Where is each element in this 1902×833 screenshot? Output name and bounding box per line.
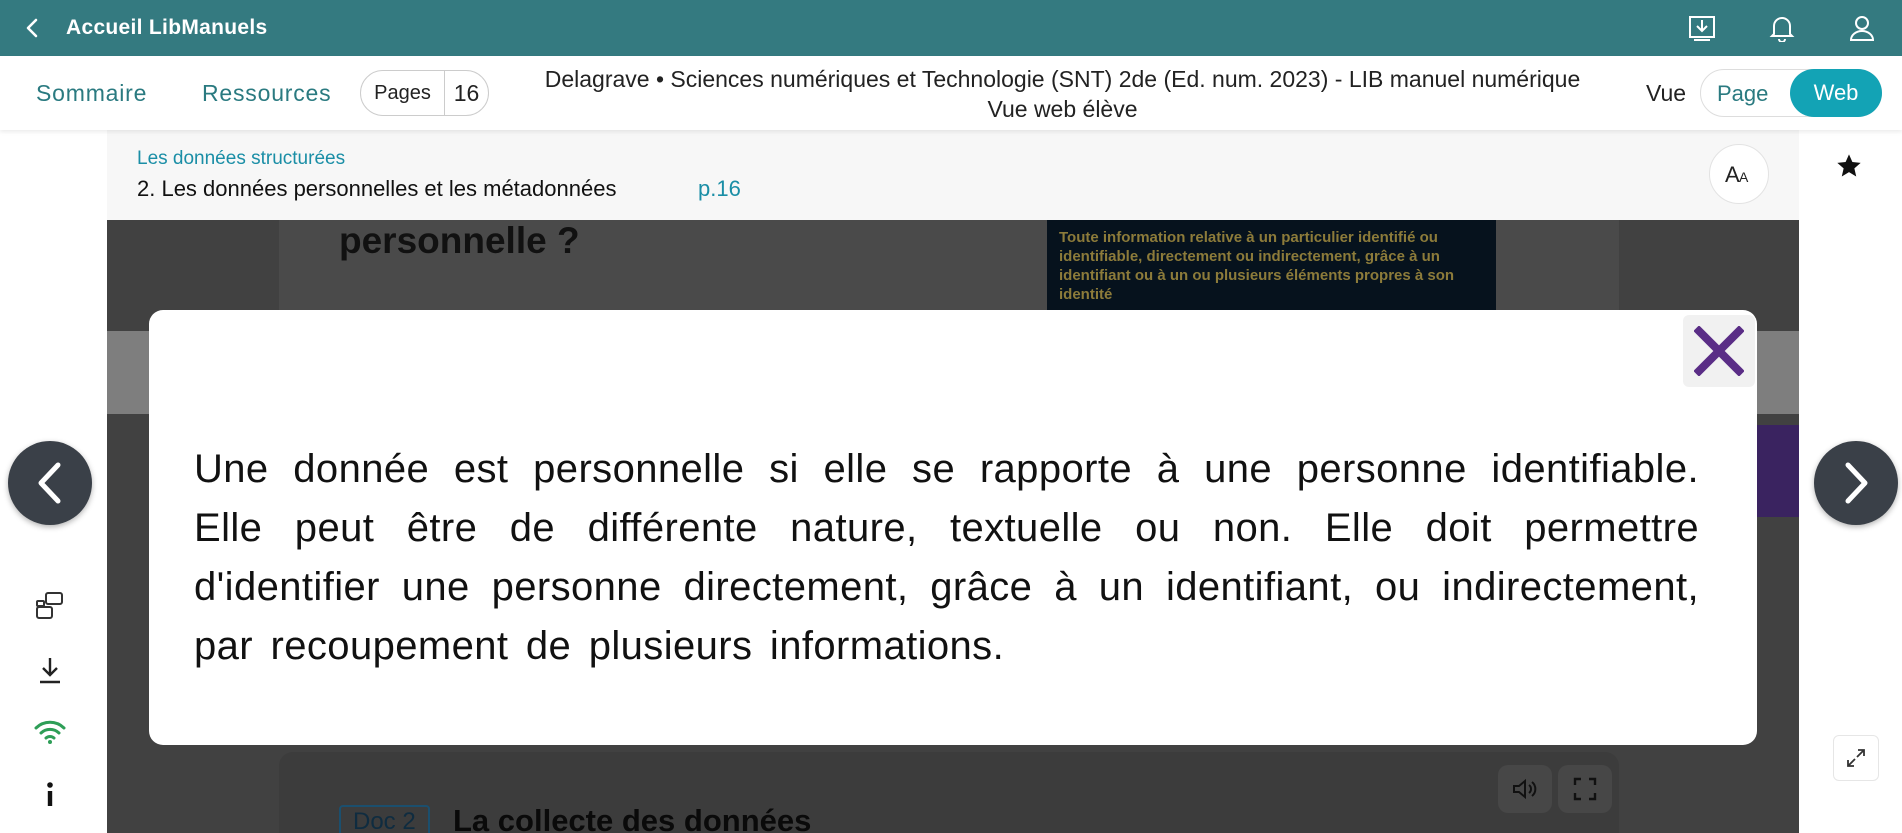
header-actions: [1662, 0, 1902, 56]
back-button[interactable]: [0, 0, 66, 56]
info-button[interactable]: [30, 774, 70, 814]
info-icon: [47, 782, 53, 806]
text-size-button[interactable]: A A: [1709, 144, 1769, 204]
chapter-header: Les données structurées 2. Les données p…: [107, 130, 1799, 220]
svg-text:A: A: [1739, 169, 1749, 185]
speaker-icon: [1513, 778, 1537, 800]
windows-icon: [36, 592, 63, 619]
previous-page-button[interactable]: [8, 441, 92, 525]
definition-modal: Une donnée est personnelle si elle se ra…: [149, 310, 1757, 745]
app-header: Accueil LibManuels: [0, 0, 1902, 56]
book-title-line2: Vue web élève: [987, 96, 1138, 122]
page-number-input[interactable]: 16: [445, 80, 488, 107]
modal-text: Une donnée est personnelle si elle se ra…: [194, 447, 1699, 668]
user-icon: [1849, 16, 1875, 41]
close-icon: [1694, 326, 1744, 376]
pages-label: Pages: [361, 71, 445, 115]
fullscreen-icon: [1573, 777, 1597, 801]
download-box-icon: [1689, 16, 1715, 41]
connection-status-button[interactable]: [30, 712, 70, 752]
profile-button[interactable]: [1822, 0, 1902, 56]
chapter-title: 2. Les données personnelles et les métad…: [137, 176, 617, 201]
wifi-icon: [34, 720, 66, 744]
ressources-link[interactable]: Ressources: [202, 80, 331, 107]
view-toggle: Page Web: [1700, 69, 1882, 117]
view-page-option[interactable]: Page: [1717, 81, 1768, 107]
multi-window-button[interactable]: [30, 586, 70, 626]
audio-button[interactable]: [1498, 765, 1552, 813]
next-page-button[interactable]: [1814, 441, 1898, 525]
expand-button[interactable]: [1833, 735, 1879, 781]
favorite-button[interactable]: [1835, 152, 1863, 185]
chevron-left-icon: [38, 462, 61, 504]
svg-text:A: A: [1725, 162, 1740, 186]
book-nav: Sommaire Ressources Pages 16 Delagrave •…: [0, 56, 1902, 130]
chevron-right-icon: [1845, 462, 1868, 504]
doc-title: La collecte des données: [453, 803, 812, 833]
chapter-page-link[interactable]: p.16: [698, 176, 741, 202]
view-label: Vue: [1646, 80, 1687, 106]
notifications-button[interactable]: [1742, 0, 1822, 56]
book-title-line1: Delagrave • Sciences numériques et Techn…: [544, 66, 1581, 92]
star-icon: [1837, 154, 1861, 177]
sommaire-link[interactable]: Sommaire: [36, 80, 147, 107]
chevron-left-icon: [26, 18, 38, 38]
chapter-section-link[interactable]: Les données structurées: [137, 148, 345, 170]
app-title[interactable]: Accueil LibManuels: [66, 16, 267, 40]
close-modal-button[interactable]: [1683, 315, 1755, 387]
doc-label: Doc 2: [339, 805, 430, 833]
text-size-icon: A A: [1725, 162, 1749, 186]
download-icon: [40, 658, 60, 684]
download-button[interactable]: [1662, 0, 1742, 56]
page-selector[interactable]: Pages 16: [360, 70, 489, 116]
expand-icon: [1847, 749, 1865, 767]
fullscreen-button[interactable]: [1558, 765, 1612, 813]
section-heading: personnelle ?: [339, 220, 580, 261]
view-web-option[interactable]: Web: [1790, 69, 1882, 117]
definition-box: Toute information relative à un particul…: [1047, 220, 1496, 314]
bell-icon: [1769, 17, 1795, 42]
book-title: Delagrave • Sciences numériques et Techn…: [500, 64, 1625, 124]
download-page-button[interactable]: [30, 650, 70, 690]
